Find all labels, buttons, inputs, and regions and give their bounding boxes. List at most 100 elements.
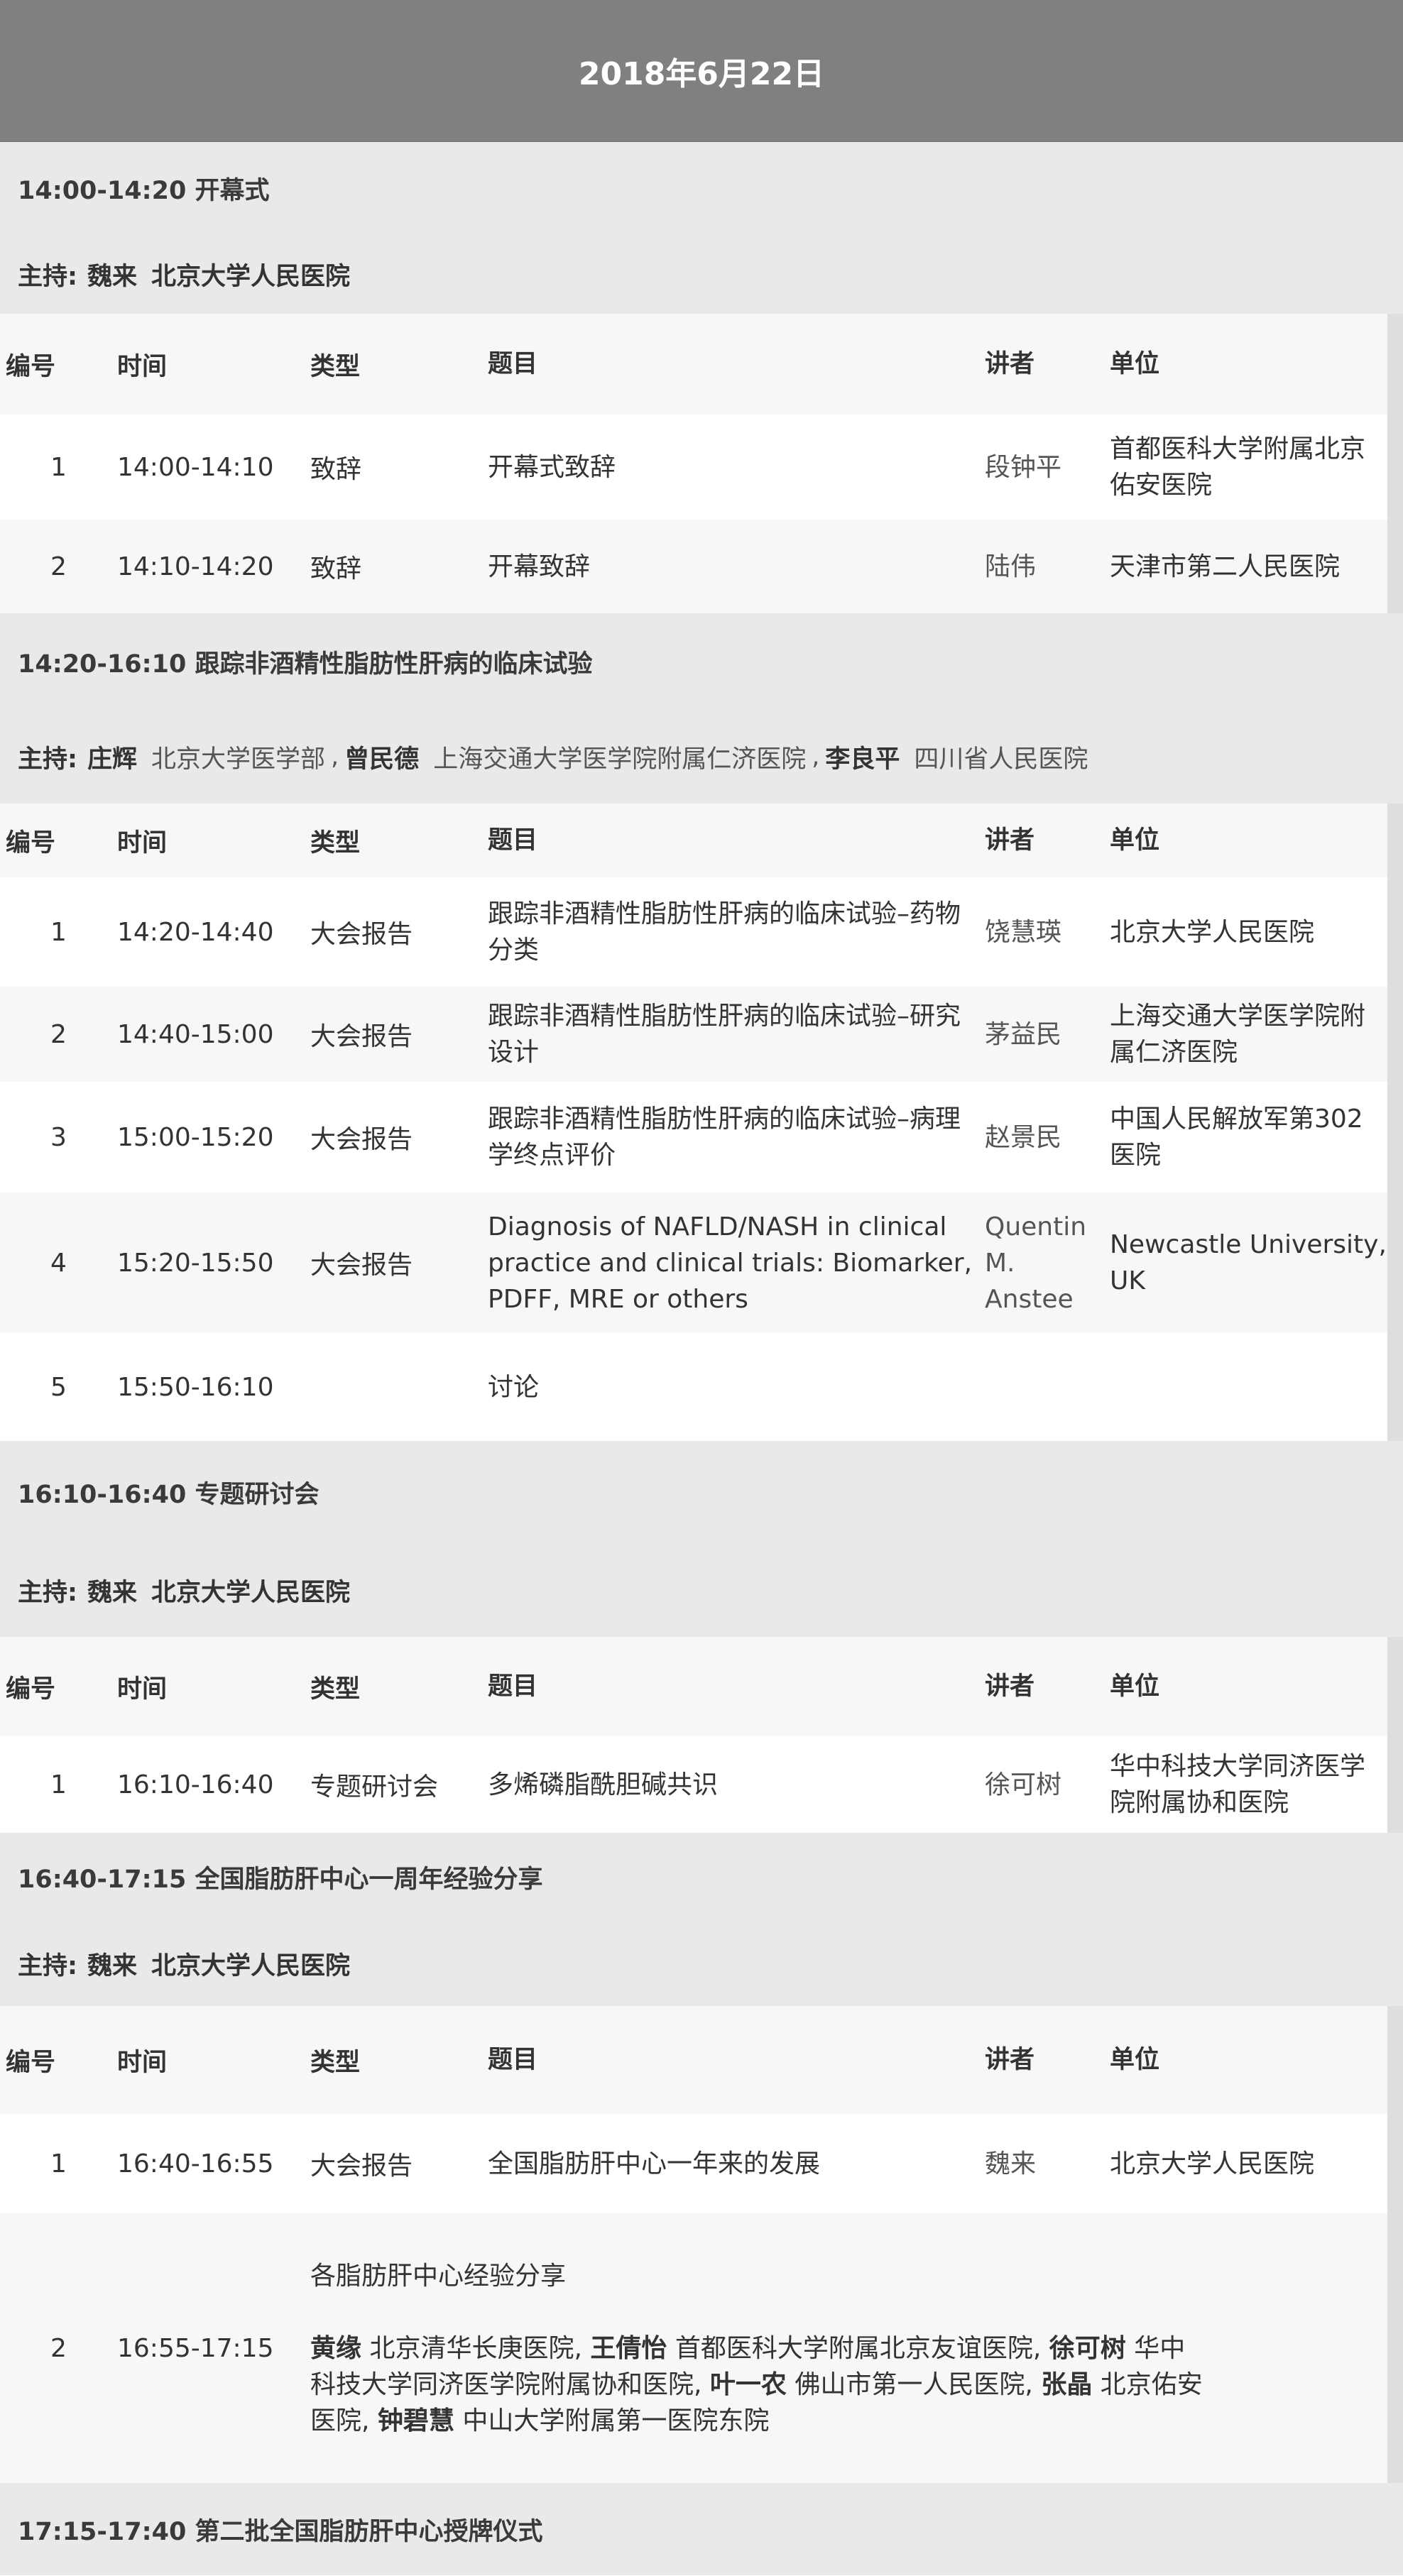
cell-type: 专题研讨会 xyxy=(310,1772,439,1802)
cell-time: 16:55-17:15 xyxy=(117,2333,274,2363)
col-header-title: 题目 xyxy=(488,826,538,855)
cell-title: 各脂肪肝中心经验分享 xyxy=(310,2261,567,2291)
participants-cell: 各脂肪肝中心经验分享 黄缘 北京清华长庚医院, 王倩怡 首都医科大学附属北京友谊… xyxy=(310,2258,1210,2439)
scrollbar-track[interactable] xyxy=(1387,1637,1403,1833)
participants-list: 黄缘 北京清华长庚医院, 王倩怡 首都医科大学附属北京友谊医院, 徐可树 华中科… xyxy=(310,2330,1210,2439)
host-unit: 北京大学人民医院 xyxy=(151,1951,351,1980)
table-row: 4 15:20-15:50 大会报告 Diagnosis of NAFLD/NA… xyxy=(0,1193,1387,1333)
cell-title: 讨论 xyxy=(488,1372,540,1402)
session-heading: 16:40-17:15 全国脂肪肝中心一周年经验分享 xyxy=(0,1833,1403,1921)
col-header-type: 类型 xyxy=(310,1675,361,1704)
host-separator: , xyxy=(331,742,339,771)
host-name: 魏来 xyxy=(87,262,138,291)
scrollbar-track[interactable] xyxy=(1387,804,1403,1441)
table-row: 2 16:55-17:15 各脂肪肝中心经验分享 黄缘 北京清华长庚医院, 王倩… xyxy=(0,2213,1387,2483)
col-header-no: 编号 xyxy=(6,352,56,381)
cell-time: 14:10-14:20 xyxy=(117,552,274,581)
date-title: 2018年6月22日 xyxy=(578,55,825,92)
cell-speaker: Quentin M. Anstee xyxy=(985,1212,1087,1314)
cell-speaker: 陆伟 xyxy=(985,552,1037,581)
cell-title: 全国脂肪肝中心一年来的发展 xyxy=(488,2149,821,2178)
session-table: 编号 时间 类型 题目 讲者 单位 1 16:40-16:55 大会报告 全国脂… xyxy=(0,2006,1403,2483)
host-name: 魏来 xyxy=(87,1578,138,1607)
cell-title: 多烯磷脂酰胆碱共识 xyxy=(488,1770,719,1799)
session-table: 编号 时间 类型 题目 讲者 单位 1 14:00-14:10 致辞 开幕式致辞… xyxy=(0,314,1403,613)
cell-title: 跟踪非酒精性脂肪性肝病的临床试验–研究设计 xyxy=(488,1002,961,1067)
session-heading: 17:15-17:40 第二批全国脂肪肝中心授牌仪式 xyxy=(0,2483,1403,2575)
cell-type: 大会报告 xyxy=(310,920,413,949)
cell-time: 14:20-14:40 xyxy=(117,917,274,947)
cell-no: 1 xyxy=(50,452,67,482)
participant-name: 王倩怡 xyxy=(590,2333,667,2363)
cell-speaker: 魏来 xyxy=(985,2149,1037,2178)
cell-title: 开幕式致辞 xyxy=(488,452,616,482)
host-unit: 北京大学人民医院 xyxy=(151,262,351,291)
cell-unit: 上海交通大学医学院附属仁济医院 xyxy=(1110,1002,1366,1067)
participant-name: 叶一农 xyxy=(709,2369,787,2399)
col-header-time: 时间 xyxy=(117,352,168,381)
cell-type: 大会报告 xyxy=(310,1125,413,1154)
cell-no: 1 xyxy=(50,2149,67,2178)
host-name: 李良平 xyxy=(825,745,900,774)
table-row: 2 14:40-15:00 大会报告 跟踪非酒精性脂肪性肝病的临床试验–研究设计… xyxy=(0,987,1387,1082)
participant-name: 徐可树 xyxy=(1049,2333,1126,2363)
scrollbar-track[interactable] xyxy=(1387,2006,1403,2483)
cell-unit: 中国人民解放军第302医院 xyxy=(1110,1105,1363,1170)
host-line: 主持: 庄辉 北京大学医学部 , 曾民德 上海交通大学医学院附属仁济医院 , 李… xyxy=(0,710,1403,804)
cell-no: 2 xyxy=(50,1019,67,1049)
col-header-unit: 单位 xyxy=(1110,1672,1160,1701)
cell-unit: Newcastle University, UK xyxy=(1110,1230,1387,1295)
cell-no: 3 xyxy=(50,1122,67,1152)
col-header-time: 时间 xyxy=(117,828,168,857)
cell-time: 16:40-16:55 xyxy=(117,2149,274,2178)
cell-no: 1 xyxy=(50,1770,67,1799)
col-header-type: 类型 xyxy=(310,352,361,381)
host-unit: 上海交通大学医学院附属仁济医院 xyxy=(433,745,807,774)
col-header-no: 编号 xyxy=(6,828,56,857)
table-header-row: 编号 时间 类型 题目 讲者 单位 xyxy=(0,2006,1387,2114)
participant-name: 钟碧慧 xyxy=(377,2406,454,2435)
col-header-type: 类型 xyxy=(310,828,361,857)
table-row: 5 15:50-16:10 讨论 xyxy=(0,1333,1387,1441)
table-row: 3 15:00-15:20 大会报告 跟踪非酒精性脂肪性肝病的临床试验–病理学终… xyxy=(0,1082,1387,1193)
host-separator: , xyxy=(812,742,820,771)
cell-time: 15:00-15:20 xyxy=(117,1122,274,1152)
cell-no: 2 xyxy=(50,2333,67,2363)
host-unit: 北京大学人民医院 xyxy=(151,1578,351,1607)
host-unit: 北京大学医学部 xyxy=(151,745,326,774)
host-line: 主持: 魏来 北京大学人民医院 xyxy=(0,234,1403,314)
host-name: 曾民德 xyxy=(344,745,420,774)
participant-name: 黄缘 xyxy=(310,2333,362,2363)
cell-type: 大会报告 xyxy=(310,2152,413,2181)
col-header-unit: 单位 xyxy=(1110,826,1160,855)
table-header-row: 编号 时间 类型 题目 讲者 单位 xyxy=(0,804,1387,877)
col-header-unit: 单位 xyxy=(1110,349,1160,378)
cell-no: 2 xyxy=(50,552,67,581)
host-line: 主持: 魏来 北京大学人民医院 xyxy=(0,1543,1403,1637)
cell-title: Diagnosis of NAFLD/NASH in clinical prac… xyxy=(488,1212,973,1314)
participant-separator: , xyxy=(1032,2333,1042,2363)
cell-speaker: 饶慧瑛 xyxy=(985,917,1062,947)
col-header-speaker: 讲者 xyxy=(985,2045,1035,2074)
host-prefix: 主持: xyxy=(18,1578,77,1607)
participant-separator: , xyxy=(361,2406,370,2435)
host-prefix: 主持: xyxy=(18,262,77,291)
col-header-title: 题目 xyxy=(488,349,538,378)
col-header-no: 编号 xyxy=(6,1675,56,1704)
scrollbar-track[interactable] xyxy=(1387,314,1403,613)
cell-speaker: 赵景民 xyxy=(985,1122,1062,1152)
participant-separator: , xyxy=(694,2369,702,2399)
session-heading: 16:10-16:40 专题研讨会 xyxy=(0,1441,1403,1543)
col-header-time: 时间 xyxy=(117,1675,168,1704)
session-table: 编号 时间 类型 题目 讲者 单位 1 16:10-16:40 专题研讨会 多烯… xyxy=(0,1637,1403,1833)
table-row: 1 14:20-14:40 大会报告 跟踪非酒精性脂肪性肝病的临床试验–药物分类… xyxy=(0,877,1387,987)
participant-name: 张晶 xyxy=(1041,2369,1093,2399)
col-header-no: 编号 xyxy=(6,2048,56,2077)
cell-time: 15:20-15:50 xyxy=(117,1248,274,1278)
host-name: 庄辉 xyxy=(87,745,138,774)
agenda-page: 2018年6月22日 14:00-14:20 开幕式 主持: 魏来 北京大学人民… xyxy=(0,0,1403,2576)
cell-time: 15:50-16:10 xyxy=(117,1372,274,1402)
participant-separator: , xyxy=(574,2333,582,2363)
host-unit: 四川省人民医院 xyxy=(914,745,1088,774)
cell-speaker: 徐可树 xyxy=(985,1770,1062,1799)
